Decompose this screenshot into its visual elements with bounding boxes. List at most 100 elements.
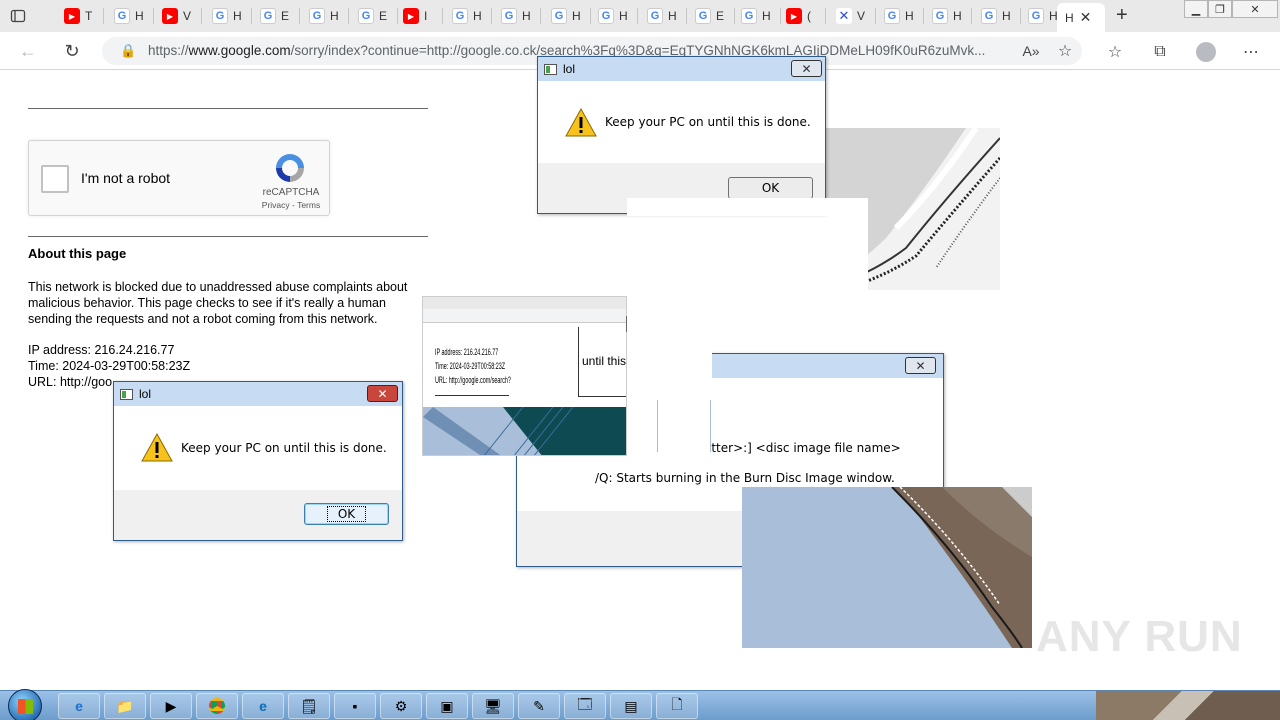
tab-11[interactable]: GH [545, 4, 591, 28]
tab-6[interactable]: GH [303, 4, 349, 28]
lol-dialog-top-message: Keep your PC on until this is done. [605, 115, 811, 129]
burn-dialog-close-button[interactable]: ✕ [905, 357, 936, 374]
add-favorite-icon[interactable]: ☆ [1054, 40, 1076, 62]
glitch-blue-diagonal [742, 487, 1032, 648]
start-button[interactable] [8, 689, 42, 720]
tab-13[interactable]: GH [641, 4, 687, 28]
tab-3[interactable]: ▶ V [156, 4, 202, 28]
tab-15[interactable]: GH [735, 4, 781, 28]
taskbar-app2-icon[interactable]: ▣ [426, 693, 468, 719]
tab-16[interactable]: ▶( [780, 4, 826, 28]
google-icon: G [358, 8, 374, 24]
google-icon: G [1028, 8, 1044, 24]
back-button[interactable]: ← [17, 40, 39, 62]
anyrun-watermark: ANY RUN [1036, 612, 1243, 661]
lol-dialog-left-titlebar: lol [114, 382, 402, 406]
window-icon [544, 63, 557, 75]
tab-8[interactable]: ▶ I [397, 4, 443, 28]
tab-label: H [762, 9, 771, 23]
glitch-white-block-2 [627, 296, 712, 400]
google-icon: G [501, 8, 517, 24]
taskbar-app6-icon[interactable]: ▤ [610, 693, 652, 719]
taskbar-explorer-icon[interactable]: 📁 [104, 693, 146, 719]
taskbar-ie-icon[interactable]: e [58, 693, 100, 719]
glitch-white-strip [627, 198, 868, 216]
taskbar-media-icon[interactable]: ▶ [150, 693, 192, 719]
youtube-icon: ▶ [403, 8, 419, 24]
lol-dialog-top-titlebar: lol [538, 57, 825, 81]
settings-menu-icon[interactable]: ⋯ [1240, 41, 1262, 63]
read-aloud-icon[interactable]: A» [1020, 40, 1042, 62]
tab-17[interactable]: ✕ V [830, 4, 876, 28]
tab-14[interactable]: GE [689, 4, 735, 28]
recaptcha-privacy-terms[interactable]: Privacy - Terms [251, 200, 331, 210]
taskbar-chrome-icon[interactable] [196, 693, 238, 719]
tab-actions-icon[interactable] [10, 8, 26, 24]
taskbar-edge-icon[interactable]: e [242, 693, 284, 719]
tab-label: V [857, 9, 866, 23]
new-tab-button[interactable]: + [1116, 4, 1128, 27]
warning-icon [141, 433, 173, 462]
tab-label: H [233, 9, 242, 23]
lol-dialog-top-ok-button[interactable]: OK [728, 177, 813, 199]
burn-dialog-line2: /Q: Starts burning in the Burn Disc Imag… [595, 471, 895, 485]
taskbar: e 📁 ▶ e 🗒 ▪ ⚙ ▣ 🖥 ✎ 🗔 ▤ 🗋 [0, 689, 1280, 720]
refresh-button[interactable]: ↻ [61, 40, 83, 62]
glitch-white-block-3 [657, 400, 711, 452]
tab-12[interactable]: GH [592, 4, 638, 28]
google-icon: G [932, 8, 948, 24]
taskbar-notepad-icon[interactable]: 🗒 [288, 693, 330, 719]
tab-9[interactable]: GH [446, 4, 492, 28]
tab-2[interactable]: GH [108, 4, 154, 28]
tab-label: H [1002, 9, 1011, 23]
ip-address: IP address: 216.24.216.77 [28, 343, 175, 357]
lol-dialog-left-title: lol [139, 387, 152, 401]
taskbar-app-icon[interactable]: ⚙ [380, 693, 422, 719]
taskbar-app7-icon[interactable]: 🗋 [656, 693, 698, 719]
profile-icon[interactable] [1195, 41, 1217, 63]
tab-favicon-icon: ✕ [836, 8, 852, 24]
google-icon: G [695, 8, 711, 24]
lol-dialog-top-close-button[interactable]: ✕ [791, 60, 822, 77]
lol-dialog-left-ok-button[interactable]: OK [304, 503, 389, 525]
tab-5[interactable]: GE [254, 4, 300, 28]
tab-label: ( [807, 9, 811, 23]
restore-button[interactable]: ❐ [1208, 0, 1232, 18]
taskbar-app4-icon[interactable]: ✎ [518, 693, 560, 719]
lol-dialog-top-title: lol [563, 62, 576, 76]
tab-20[interactable]: GH [975, 4, 1021, 28]
collections-icon[interactable]: ⧉ [1149, 41, 1171, 63]
youtube-icon: ▶ [786, 8, 802, 24]
close-window-button[interactable]: ✕ [1232, 0, 1278, 18]
taskbar-app5-icon[interactable]: 🗔 [564, 693, 606, 719]
lock-icon: 🔒 [120, 43, 137, 58]
glitch-mini-time: Time: 2024-03-29T00:58:23Z [435, 361, 506, 371]
taskbar-app3-icon[interactable]: 🖥 [472, 693, 514, 719]
glitch-mini-addrbar [423, 309, 626, 323]
tab-4[interactable]: GH [206, 4, 252, 28]
tab-10[interactable]: GH [495, 4, 541, 28]
about-text: This network is blocked due to unaddress… [28, 280, 408, 326]
google-icon: G [551, 8, 567, 24]
minimize-button[interactable]: ▁ [1184, 0, 1208, 18]
tab-1[interactable]: ▶ T [58, 4, 104, 28]
recaptcha-checkbox[interactable] [41, 165, 69, 193]
divider-middle [28, 236, 428, 237]
about-title: About this page [28, 246, 127, 261]
tab-active[interactable]: H ✕ [1057, 3, 1105, 32]
glitch-until-this: until this [582, 354, 627, 368]
tab-18[interactable]: GH [878, 4, 924, 28]
tab-strip: ▶ T G H ▶ V G H G E G H G E ▶ I G H G H G H G H G H G E G H ▶(✕ V G H G H G H… [0, 0, 1280, 32]
tab-label: H [572, 9, 581, 23]
glitch-mini-tabbar [423, 297, 626, 309]
recaptcha-logo-icon [276, 154, 304, 182]
tab-label: H [330, 9, 339, 23]
tab-19[interactable]: GH [926, 4, 972, 28]
close-tab-icon[interactable]: ✕ [1080, 9, 1092, 26]
tab-label: H [668, 9, 677, 23]
url-line: URL: http://goo [28, 375, 113, 389]
tab-7[interactable]: GE [352, 4, 398, 28]
favorites-icon[interactable]: ☆ [1104, 41, 1126, 63]
lol-dialog-left-close-button[interactable]: ✕ [367, 385, 398, 402]
taskbar-cmd-icon[interactable]: ▪ [334, 693, 376, 719]
